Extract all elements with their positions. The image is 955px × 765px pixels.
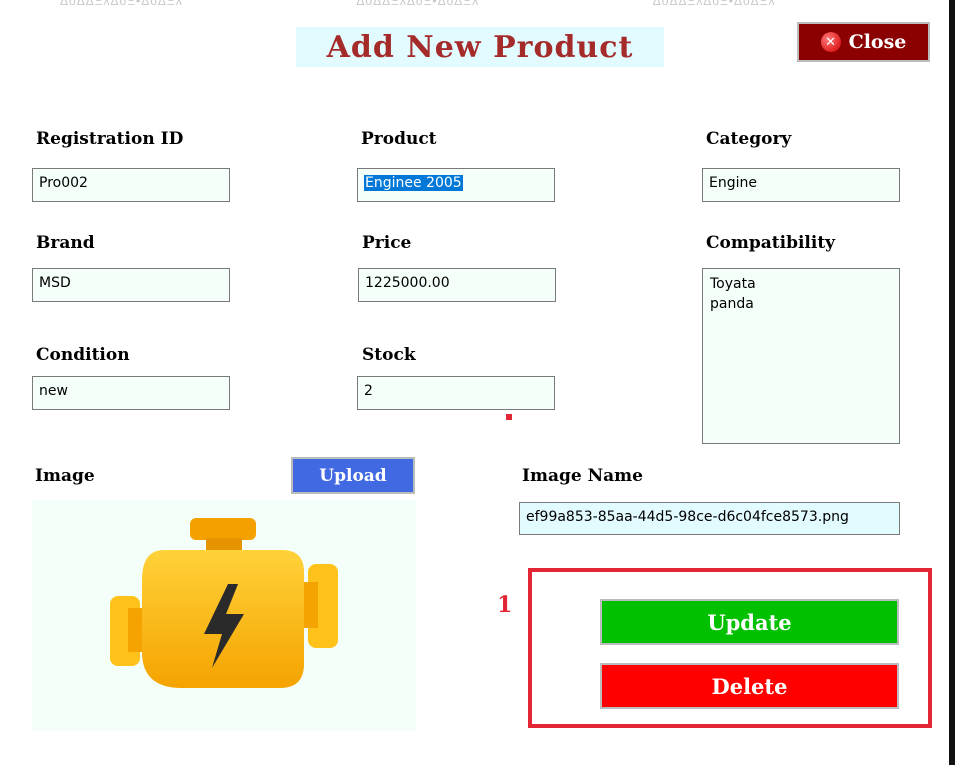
upload-button[interactable]: Upload xyxy=(291,457,415,494)
ghost-tab: ΔoΔΔΞλΔoΞ•ΔoΔΞλ xyxy=(652,0,776,8)
product-value: Enginee 2005 xyxy=(364,175,463,191)
registration-id-value: Pro002 xyxy=(39,175,88,191)
close-button-label: Close xyxy=(848,31,907,53)
compatibility-line: panda xyxy=(710,296,754,312)
price-label: Price xyxy=(362,233,412,253)
close-icon: ✕ xyxy=(820,32,841,52)
ghost-tab: ΔoΔΔΞλΔoΞ•ΔoΔΞλ xyxy=(356,0,480,8)
brand-value: MSD xyxy=(39,275,71,291)
product-field[interactable]: Enginee 2005 xyxy=(357,168,555,202)
close-button[interactable]: ✕ Close xyxy=(797,22,930,62)
stock-field[interactable]: 2 xyxy=(357,376,555,410)
registration-id-field[interactable]: Pro002 xyxy=(32,168,230,202)
window-edge xyxy=(949,0,955,765)
ghost-tab: ΔoΔΔΞλΔoΞ•ΔoΔΞλ xyxy=(60,0,183,8)
image-name-field[interactable]: ef99a853-85aa-44d5-98ce-d6c04fce8573.png xyxy=(519,502,900,535)
update-button[interactable]: Update xyxy=(600,599,899,645)
stock-label: Stock xyxy=(362,345,416,365)
category-field[interactable]: Engine xyxy=(702,168,900,202)
background-window-tabs: ΔoΔΔΞλΔoΞ•ΔoΔΞλ ΔoΔΔΞλΔoΞ•ΔoΔΞλ ΔoΔΔΞλΔo… xyxy=(60,0,946,8)
page-title: Add New Product xyxy=(296,27,664,67)
engine-icon xyxy=(110,518,338,688)
brand-label: Brand xyxy=(36,233,95,253)
delete-button[interactable]: Delete xyxy=(600,663,899,709)
image-name-label: Image Name xyxy=(522,466,643,486)
image-name-value: ef99a853-85aa-44d5-98ce-d6c04fce8573.png xyxy=(526,509,849,525)
brand-field[interactable]: MSD xyxy=(32,268,230,302)
condition-label: Condition xyxy=(36,345,130,365)
marker-dot xyxy=(506,414,512,420)
compatibility-label: Compatibility xyxy=(706,233,836,253)
product-label: Product xyxy=(361,129,437,149)
image-preview xyxy=(32,500,416,731)
category-label: Category xyxy=(706,129,792,149)
compatibility-line: Toyata xyxy=(710,276,756,292)
stock-value: 2 xyxy=(364,383,373,399)
registration-id-label: Registration ID xyxy=(36,129,184,149)
image-label: Image xyxy=(35,466,95,486)
compatibility-textarea[interactable]: Toyata panda xyxy=(702,268,900,444)
condition-value: new xyxy=(39,383,68,399)
condition-field[interactable]: new xyxy=(32,376,230,410)
annotation-number: 1 xyxy=(497,592,513,618)
price-value: 1225000.00 xyxy=(365,275,450,291)
price-field[interactable]: 1225000.00 xyxy=(358,268,556,302)
category-value: Engine xyxy=(709,175,757,191)
